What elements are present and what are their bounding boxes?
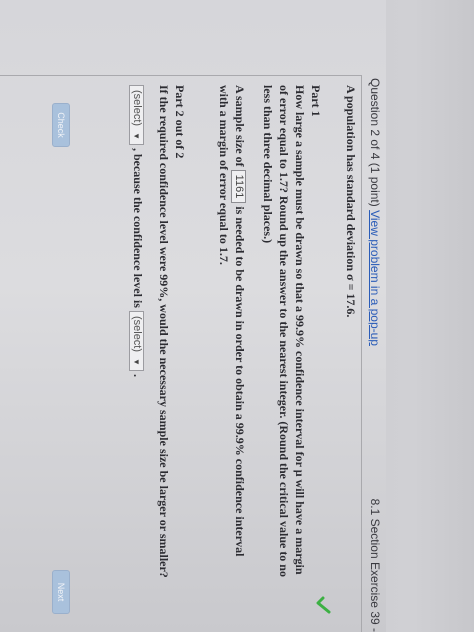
correct-check-icon: [316, 596, 331, 614]
part1-line-1: How large a sample must be drawn so that…: [293, 85, 307, 575]
part2-title: Part 2 out of 2: [173, 85, 187, 159]
chevron-down-icon: ▼: [132, 132, 141, 140]
select-2-value: (select): [131, 315, 143, 353]
check-button[interactable]: Check: [52, 103, 70, 147]
part1-line-2: of error equal to 1.7? Round up the answ…: [277, 85, 291, 577]
popup-link[interactable]: View problem in a pop-up: [368, 210, 382, 346]
part1-title: Part 1: [309, 85, 323, 117]
part2-answer-line: (select) ▼ , because the confidence level…: [129, 85, 146, 377]
question-header: Question 2 of 4 (1 point) View problem i…: [368, 78, 382, 632]
next-button[interactable]: Next: [52, 570, 70, 614]
larger-smaller-select[interactable]: (select) ▼: [129, 85, 144, 145]
problem-intro: A population has standard deviation σ = …: [344, 85, 358, 318]
answer-suffix: is needed to be drawn in order to obtain…: [233, 206, 247, 557]
chevron-down-icon: ▼: [132, 358, 141, 366]
select-1-value: (select): [131, 90, 143, 127]
part2-end-text: .: [131, 373, 145, 377]
question-number: Question 2 of 4 (1 point): [368, 78, 382, 207]
section-title: 8.1 Section Exercise 39 -: [368, 498, 382, 632]
browser-top-area: [386, 0, 474, 632]
part1-answer-line-2: with a margin of error equal to 1.7.: [217, 85, 231, 265]
screen: Question 2 of 4 (1 point) View problem i…: [0, 0, 474, 632]
answer-prefix: A sample size of: [233, 85, 247, 167]
part2-middle-text: , because the confidence level is: [131, 147, 145, 308]
part1-answer-line: A sample size of 1161 is needed to be dr…: [231, 85, 248, 556]
sample-size-input[interactable]: 1161: [231, 169, 246, 204]
question-label: Question 2 of 4 (1 point) View problem i…: [368, 78, 382, 346]
confidence-level-select[interactable]: (select) ▼: [129, 310, 144, 371]
part1-line-3: less than three decimal places.): [261, 85, 275, 244]
part2-question: If the required confidence level were 99…: [157, 85, 171, 578]
